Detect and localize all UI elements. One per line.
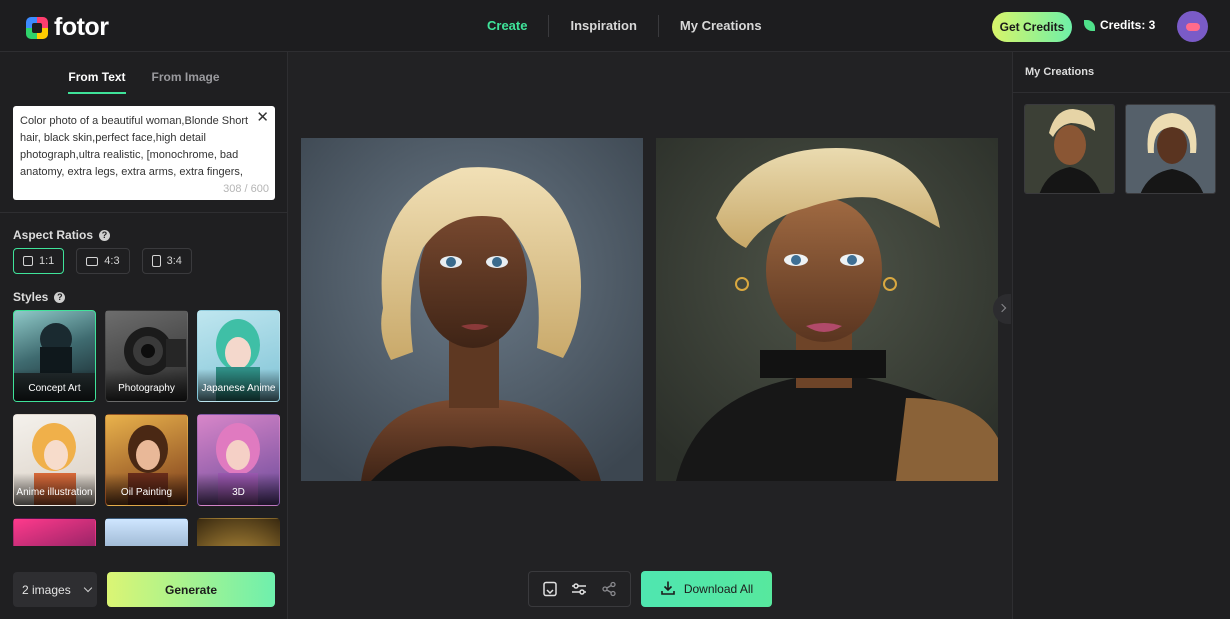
styles-grid: Concept Art Photography Japanese Anime A…	[13, 310, 281, 546]
style-label: Concept Art	[14, 369, 95, 401]
style-label: Anime illustration	[14, 473, 95, 505]
style-label: Oil Painting	[106, 473, 187, 505]
top-bar: fotor Create Inspiration My Creations Ge…	[0, 0, 1230, 52]
landscape-icon	[86, 256, 99, 266]
style-label: 3D	[198, 473, 279, 505]
style-japanese-anime[interactable]: Japanese Anime	[197, 310, 280, 402]
help-icon[interactable]: ?	[54, 291, 66, 303]
left-panel: From Text From Image Color photo of a be…	[0, 52, 288, 619]
style-label: Japanese Anime	[198, 369, 279, 401]
close-icon[interactable]: ✕	[256, 109, 269, 126]
tab-from-image[interactable]: From Image	[152, 70, 220, 94]
style-label: Photography	[106, 369, 187, 401]
nav-inspiration[interactable]: Inspiration	[549, 15, 659, 37]
image-toolbar	[528, 571, 631, 607]
divider	[1013, 92, 1230, 93]
chevron-down-icon	[83, 583, 92, 593]
portrait-icon	[151, 255, 161, 267]
creation-image-2	[1126, 105, 1215, 193]
fotor-logo[interactable]: fotor	[26, 13, 109, 42]
ratio-1-1-button[interactable]: 1:1	[13, 248, 65, 274]
creation-thumbnail-1[interactable]	[1024, 104, 1115, 194]
nav-create[interactable]: Create	[466, 15, 550, 37]
creation-image-1	[1025, 105, 1114, 193]
get-credits-button[interactable]: Get Credits	[992, 12, 1072, 42]
creation-thumbnail-2[interactable]	[1125, 104, 1216, 194]
ratio-3-4-button[interactable]: 3:4	[141, 248, 192, 274]
image-count-select[interactable]: 2 images	[13, 572, 97, 607]
my-creations-title: My Creations	[1025, 66, 1095, 78]
credits-display: Credits: 3	[1084, 18, 1155, 32]
generated-image-1[interactable]	[301, 138, 643, 481]
mode-tabs: From Text From Image	[0, 70, 288, 94]
prompt-char-count: 308 / 600	[223, 183, 269, 195]
download-icon	[660, 580, 676, 599]
aspect-ratios-label: Aspect Ratios ?	[13, 228, 111, 242]
style-city[interactable]	[105, 518, 188, 546]
square-icon	[23, 256, 33, 266]
styles-label: Styles ?	[13, 290, 66, 304]
image-count-value: 2 images	[22, 582, 71, 597]
fotor-logo-icon	[26, 16, 48, 39]
logo-text: fotor	[54, 13, 109, 41]
save-icon[interactable]	[540, 579, 560, 599]
portrait-image-1	[301, 138, 643, 481]
avatar-icon	[1185, 22, 1200, 31]
ratio-label: 4:3	[104, 255, 120, 267]
aspect-ratio-options: 1:1 4:3 3:4	[13, 248, 192, 274]
style-gold[interactable]	[197, 518, 280, 546]
generated-image-2[interactable]	[656, 138, 998, 481]
download-all-button[interactable]: Download All	[641, 571, 772, 607]
prompt-input[interactable]: Color photo of a beautiful woman,Blonde …	[13, 106, 275, 200]
style-neon[interactable]	[13, 518, 96, 546]
generate-button[interactable]: Generate	[107, 572, 275, 607]
ratio-label: 3:4	[166, 255, 182, 267]
share-icon[interactable]	[599, 579, 619, 599]
styles-title: Styles	[13, 290, 49, 304]
aspect-ratios-title: Aspect Ratios	[13, 228, 94, 242]
download-all-label: Download All	[683, 582, 754, 596]
style-oil-painting[interactable]: Oil Painting	[105, 414, 188, 506]
my-creations-panel: My Creations	[1012, 52, 1230, 619]
divider	[0, 212, 288, 213]
ratio-label: 1:1	[39, 255, 55, 267]
user-avatar[interactable]	[1177, 11, 1208, 42]
help-icon[interactable]: ?	[99, 229, 111, 241]
style-anime-illustration[interactable]: Anime illustration	[13, 414, 96, 506]
main-nav: Create Inspiration My Creations	[466, 0, 783, 52]
ratio-4-3-button[interactable]: 4:3	[76, 248, 130, 274]
style-3d[interactable]: 3D	[197, 414, 280, 506]
portrait-image-2	[656, 138, 998, 481]
nav-my-creations[interactable]: My Creations	[659, 15, 783, 37]
leaf-icon	[1084, 19, 1095, 31]
style-concept-art[interactable]: Concept Art	[13, 310, 96, 402]
tab-from-text[interactable]: From Text	[68, 70, 126, 94]
result-area	[288, 52, 1012, 619]
credits-text: Credits: 3	[1100, 18, 1156, 32]
prompt-text: Color photo of a beautiful woman,Blonde …	[20, 115, 249, 178]
style-photography[interactable]: Photography	[105, 310, 188, 402]
adjust-icon[interactable]	[569, 579, 589, 599]
